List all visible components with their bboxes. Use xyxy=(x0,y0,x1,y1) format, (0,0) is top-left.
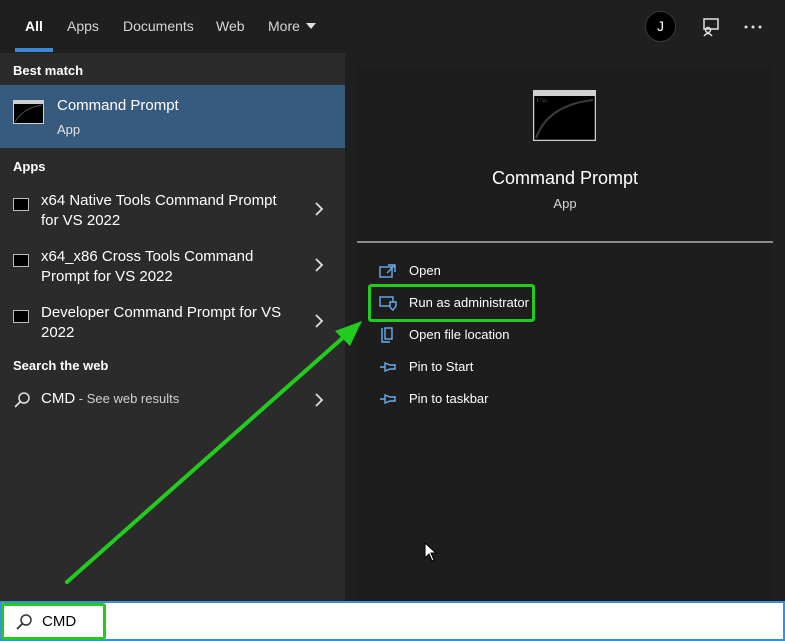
chevron-right-icon[interactable] xyxy=(314,258,324,272)
list-item-label: Developer Command Prompt for VS 2022 xyxy=(41,304,282,341)
web-search-label: CMD - See web results xyxy=(41,390,179,407)
run-as-administrator-highlight xyxy=(368,284,535,322)
search-box-highlight xyxy=(1,603,106,640)
best-match-subtitle: App xyxy=(57,122,81,137)
list-item[interactable]: Developer Command Prompt for VS 2022 xyxy=(0,302,345,356)
tab-all[interactable]: All xyxy=(25,18,43,34)
search-web-heading: Search the web xyxy=(13,358,109,373)
more-options-icon[interactable] xyxy=(742,16,764,38)
list-item[interactable]: x64_x86 Cross Tools Command Prompt for V… xyxy=(0,246,345,300)
svg-text:C:\>_: C:\>_ xyxy=(537,98,550,103)
open-file-location-action[interactable]: Open file location xyxy=(379,324,579,348)
tab-more-label: More xyxy=(268,18,300,34)
list-item-label: x64_x86 Cross Tools Command Prompt for V… xyxy=(41,248,254,285)
list-item[interactable]: x64 Native Tools Command Prompt for VS 2… xyxy=(0,190,345,244)
pin-to-taskbar-label: Pin to taskbar xyxy=(409,391,489,406)
chevron-right-icon[interactable] xyxy=(314,393,324,407)
pin-to-taskbar-action[interactable]: Pin to taskbar xyxy=(379,388,579,412)
tab-web[interactable]: Web xyxy=(216,18,245,34)
chevron-right-icon[interactable] xyxy=(314,314,324,328)
best-match-item[interactable]: Command Prompt App xyxy=(0,85,345,148)
command-prompt-icon xyxy=(13,100,44,124)
tab-apps[interactable]: Apps xyxy=(67,18,99,34)
command-prompt-icon: C:\>_ xyxy=(533,90,596,141)
web-search-query: CMD xyxy=(41,390,76,407)
open-action[interactable]: Open xyxy=(379,260,579,284)
preview-title: Command Prompt xyxy=(491,168,639,188)
open-file-location-label: Open file location xyxy=(409,327,510,342)
preview-panel: C:\>_ Command Prompt App Open Run as adm… xyxy=(357,66,773,601)
tab-documents[interactable]: Documents xyxy=(123,18,194,34)
divider xyxy=(357,241,773,243)
search-box[interactable]: CMD xyxy=(0,601,785,641)
active-tab-indicator xyxy=(15,48,53,52)
pin-to-start-label: Pin to Start xyxy=(409,359,474,374)
tab-more[interactable]: More xyxy=(268,18,316,34)
file-location-icon xyxy=(381,327,393,343)
best-match-heading: Best match xyxy=(13,63,84,78)
feedback-icon[interactable] xyxy=(700,16,722,38)
open-icon xyxy=(379,264,396,278)
web-search-item[interactable]: CMD - See web results xyxy=(0,387,345,413)
preview-subtitle: App xyxy=(553,196,577,211)
search-icon xyxy=(14,392,30,408)
web-search-suffix: - See web results xyxy=(75,391,180,406)
command-prompt-icon xyxy=(13,310,29,323)
open-action-label: Open xyxy=(409,263,441,278)
pin-icon xyxy=(380,393,396,405)
chevron-down-icon xyxy=(305,23,316,29)
avatar[interactable]: J xyxy=(645,11,676,42)
mouse-cursor-icon xyxy=(424,542,438,562)
pin-icon xyxy=(380,361,396,373)
apps-heading: Apps xyxy=(13,159,46,174)
command-prompt-icon xyxy=(13,198,29,211)
best-match-title: Command Prompt xyxy=(57,97,179,114)
list-item-label: x64 Native Tools Command Prompt for VS 2… xyxy=(41,192,277,229)
results-panel: Best match Command Prompt App Apps x64 N… xyxy=(0,53,345,601)
command-prompt-icon xyxy=(13,254,29,267)
search-filter-bar: All Apps Documents Web More J xyxy=(0,0,785,53)
chevron-right-icon[interactable] xyxy=(314,202,324,216)
pin-to-start-action[interactable]: Pin to Start xyxy=(379,356,579,380)
